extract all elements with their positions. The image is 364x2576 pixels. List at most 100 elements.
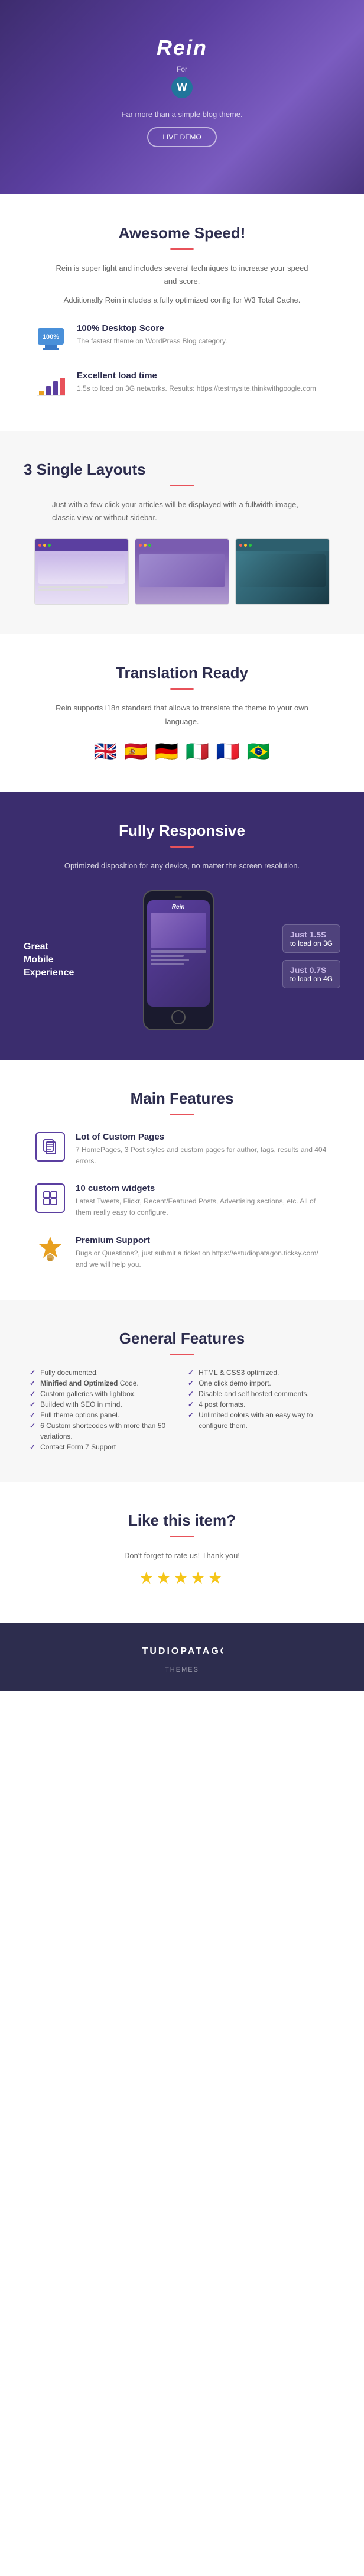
flags-container: 🇬🇧 🇪🇸 🇩🇪 🇮🇹 🇫🇷 🇧🇷 [35, 740, 329, 763]
layout-previews-container [24, 538, 340, 605]
phone-home-button [171, 1010, 186, 1024]
speed-badge-4g: Just 0.7S to load on 4G [282, 960, 340, 988]
responsive-divider [170, 846, 194, 848]
dot-green-3 [249, 544, 252, 547]
phone-mockup: Rein [143, 890, 214, 1030]
support-row: Premium Support Bugs or Questions?, just… [35, 1235, 329, 1270]
like-title: Like this item? [35, 1511, 329, 1530]
feature-label-9: One click demo import. [199, 1378, 271, 1388]
feature-item-1: ✓ Fully documented. [30, 1367, 176, 1378]
check-icon-1: ✓ [30, 1367, 35, 1378]
desktop-score-content: 100% Desktop Score The fastest theme on … [77, 323, 227, 347]
feature-item-11: ✓ 4 post formats. [188, 1399, 334, 1410]
layouts-desc: Just with a few click your articles will… [52, 498, 312, 524]
feature-label-7: Contact Form 7 Support [40, 1442, 116, 1452]
phone-text-1 [151, 950, 206, 953]
stars-display: ★★★★★ [35, 1568, 329, 1588]
widgets-desc: Latest Tweets, Flickr, Recent/Featured P… [76, 1196, 329, 1218]
flag-it: 🇮🇹 [186, 740, 209, 763]
hero-logo-text: Rein [12, 35, 352, 60]
translation-title: Translation Ready [35, 664, 329, 682]
layout-preview-3 [235, 538, 330, 605]
footer-sub: THEMES [12, 1666, 352, 1673]
dot-yellow-1 [43, 544, 46, 547]
dot-green-1 [48, 544, 51, 547]
like-section: Like this item? Don't forget to rate us!… [0, 1482, 364, 1623]
speed-title: Awesome Speed! [35, 224, 329, 242]
feature-label-4: Builded with SEO in mind. [40, 1399, 122, 1410]
hero-section: Rein For W Far more than a simple blog t… [0, 0, 364, 194]
feature-item-9: ✓ One click demo import. [188, 1378, 334, 1388]
speed-3g-value: Just 1.5S [290, 930, 333, 939]
hero-tagline: Far more than a simple blog theme. [12, 110, 352, 119]
preview-header-1 [35, 539, 128, 551]
feature-item-7: ✓ Contact Form 7 Support [30, 1442, 176, 1452]
mobile-label-text: Great Mobile Experience [24, 940, 74, 980]
svg-text:ESTUDIOPATAGON: ESTUDIOPATAGON [141, 1646, 223, 1656]
feature-item-3: ✓ Custom galleries with lightbox. [30, 1388, 176, 1399]
layout-preview-1 [34, 538, 129, 605]
preview-body-2 [135, 551, 229, 604]
main-features-title: Main Features [35, 1089, 329, 1108]
main-features-section: Main Features Lot of Custom Pages 7 Home… [0, 1060, 364, 1300]
feature-item-6: ✓ 6 Custom shortcodes with more than 50 … [30, 1420, 176, 1442]
general-features-divider [170, 1354, 194, 1355]
main-features-divider [170, 1114, 194, 1115]
layouts-title: 3 Single Layouts [24, 460, 340, 479]
widgets-row: 10 custom widgets Latest Tweets, Flickr,… [35, 1183, 329, 1218]
feature-item-5: ✓ Full theme options panel. [30, 1410, 176, 1420]
custom-pages-icon [35, 1132, 65, 1162]
phone-text-4 [151, 963, 184, 965]
desktop-score-row: 100% 100% Desktop Score The fastest them… [35, 323, 329, 354]
phone-outer: Rein [143, 890, 214, 1030]
flag-br: 🇧🇷 [247, 740, 271, 763]
flag-uk: 🇬🇧 [93, 740, 117, 763]
feature-label-10: Disable and self hosted comments. [199, 1388, 309, 1399]
phone-speaker [175, 896, 182, 898]
feature-label-3: Custom galleries with lightbox. [40, 1388, 136, 1399]
preview-body-1 [35, 551, 128, 604]
feature-label-1: Fully documented. [40, 1367, 98, 1378]
widgets-icon [35, 1183, 65, 1213]
speed-3g-label: to load on 3G [290, 939, 333, 948]
custom-pages-row: Lot of Custom Pages 7 HomePages, 3 Post … [35, 1132, 329, 1167]
support-desc: Bugs or Questions?, just submit a ticket… [76, 1248, 329, 1270]
dot-yellow-2 [144, 544, 147, 547]
general-col2: ✓ HTML & CSS3 optimized. ✓ One click dem… [188, 1367, 334, 1452]
mobile-label: Great Mobile Experience [24, 940, 74, 980]
responsive-title: Fully Responsive [24, 822, 340, 840]
dot-red-2 [139, 544, 142, 547]
dot-red-1 [38, 544, 41, 547]
check-icon-11: ✓ [188, 1399, 194, 1410]
custom-pages-content: Lot of Custom Pages 7 HomePages, 3 Post … [76, 1132, 329, 1167]
desktop-icon: 100% [35, 323, 66, 354]
speed-4g-label: to load on 4G [290, 975, 333, 983]
preview-header-3 [236, 539, 329, 551]
feature-label-2: Minified and Optimized Code. [40, 1378, 139, 1388]
live-demo-button[interactable]: LIVE DEMO [147, 127, 216, 147]
speed-badge-3g: Just 1.5S to load on 3G [282, 924, 340, 953]
phone-screen-content: Rein [147, 900, 210, 971]
like-divider [170, 1536, 194, 1537]
phone-text-3 [151, 959, 190, 961]
custom-pages-title: Lot of Custom Pages [76, 1132, 329, 1142]
desktop-score-desc: The fastest theme on WordPress Blog cate… [77, 336, 227, 347]
speed-section: Awesome Speed! Rein is super light and i… [0, 194, 364, 431]
footer: ESTUDIOPATAGON THEMES [0, 1623, 364, 1691]
support-title: Premium Support [76, 1235, 329, 1245]
check-icon-7: ✓ [30, 1442, 35, 1452]
flag-es: 🇪🇸 [124, 740, 148, 763]
phone-logo: Rein [151, 904, 206, 910]
wp-icon: W [171, 77, 193, 98]
phone-hero-img [151, 913, 206, 948]
check-icon-8: ✓ [188, 1367, 194, 1378]
translation-section: Translation Ready Rein supports i18n sta… [0, 634, 364, 791]
general-features-title: General Features [30, 1329, 334, 1348]
hero-logo: Rein For W [12, 35, 352, 103]
load-time-title: Excellent load time [77, 371, 316, 381]
support-icon [35, 1235, 65, 1261]
speed-desc: Rein is super light and includes several… [52, 262, 312, 288]
footer-logo-container: ESTUDIOPATAGON [12, 1641, 352, 1662]
feature-label-11: 4 post formats. [199, 1399, 245, 1410]
check-icon-2: ✓ [30, 1378, 35, 1388]
